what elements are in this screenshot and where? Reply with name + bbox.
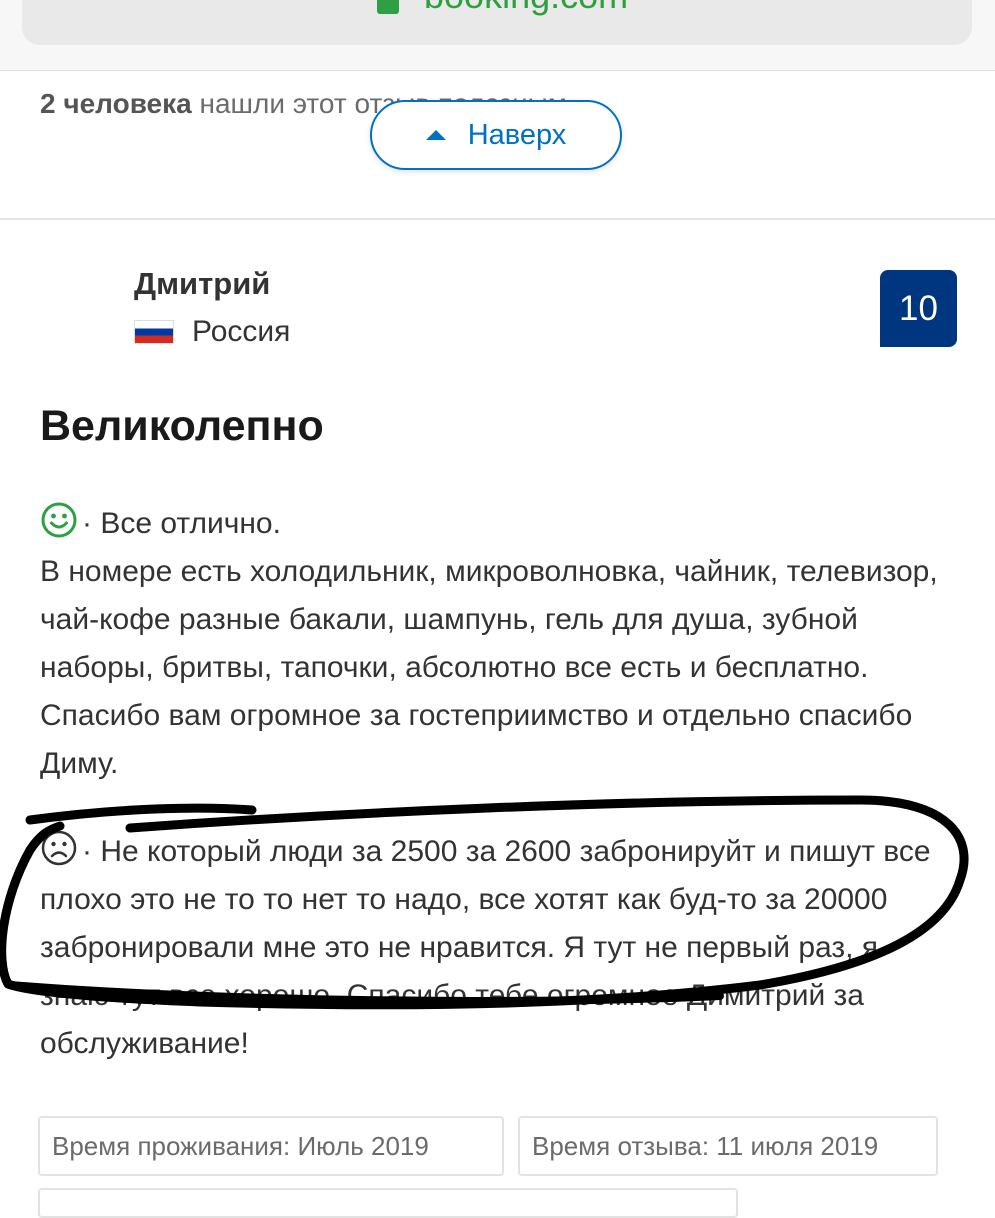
arrow-up-icon	[425, 130, 446, 140]
stay-date-tag: Время проживания: Июль 2019	[38, 1116, 504, 1176]
review-date-tag: Время отзыва: 11 июля 2019	[518, 1116, 938, 1176]
url-text[interactable]: booking.com	[424, 0, 628, 16]
address-bar[interactable]: booking.com	[22, 0, 972, 45]
russia-flag-icon	[134, 320, 174, 344]
smile-face-icon	[41, 502, 77, 538]
review-title: Великолепно	[40, 402, 324, 450]
helpful-count: 2 человека	[40, 88, 192, 119]
negative-review: · Не который люди за 2500 за 2600 заброн…	[40, 828, 950, 1068]
positive-review: · Все отлично. В номере есть холодильник…	[40, 500, 950, 788]
back-to-top-button[interactable]: Наверх	[370, 100, 622, 170]
negative-review-text: · Не который люди за 2500 за 2600 заброн…	[40, 835, 931, 1060]
reviewer-country: Россия	[192, 315, 291, 348]
score-badge: 10	[880, 270, 957, 347]
reviewer-name: Дмитрий	[134, 266, 271, 301]
lock-icon	[377, 0, 399, 14]
browser-toolbar: booking.com	[0, 0, 995, 71]
additional-tag	[38, 1188, 738, 1218]
positive-review-text: · Все отлично. В номере есть холодильник…	[40, 507, 938, 780]
sad-face-icon	[41, 830, 77, 866]
reload-icon[interactable]	[930, 0, 974, 4]
review-divider	[0, 218, 995, 220]
back-to-top-label: Наверх	[467, 118, 567, 151]
